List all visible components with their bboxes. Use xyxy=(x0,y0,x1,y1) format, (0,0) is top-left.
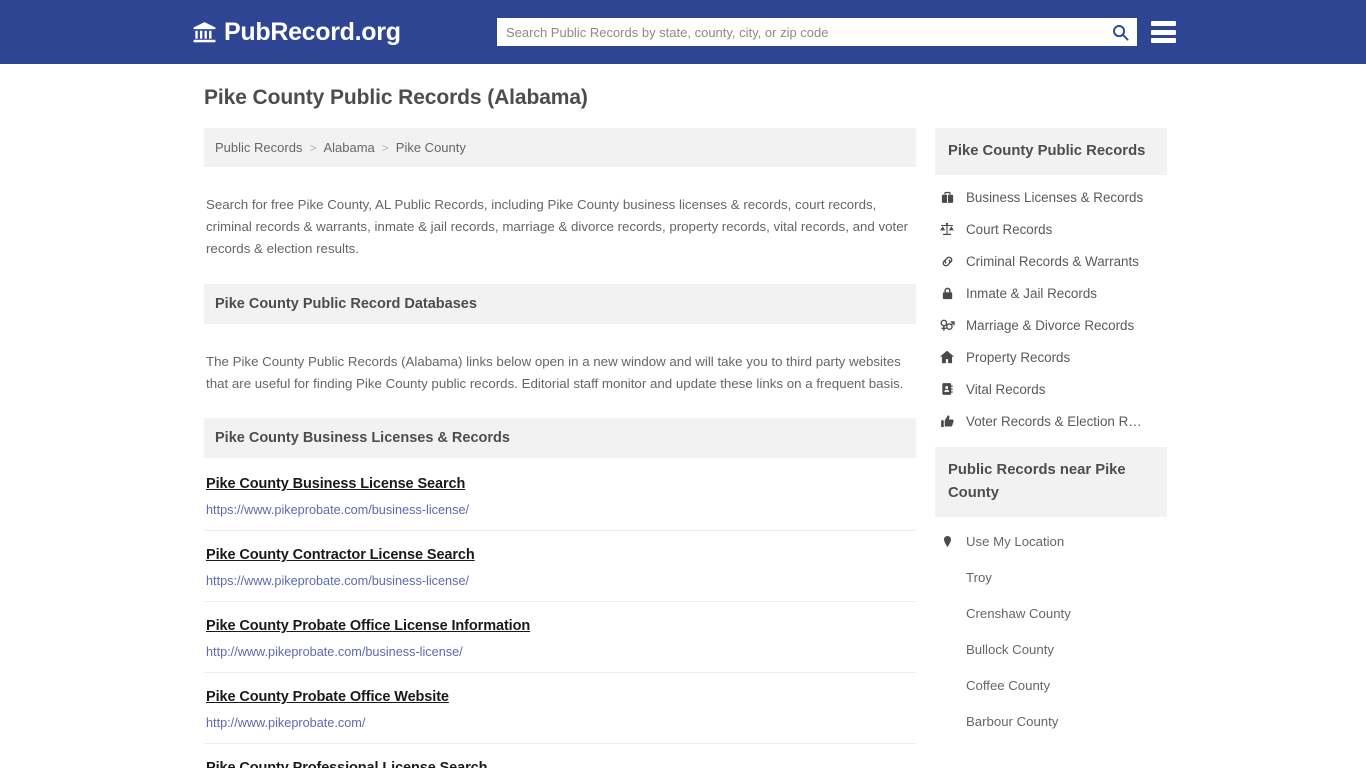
use-my-location-label: Use My Location xyxy=(966,533,1065,549)
page-title: Pike County Public Records (Alabama) xyxy=(204,86,588,109)
sidebar-item-label: Voter Records & Election R… xyxy=(966,413,1142,429)
databases-paragraph: The Pike County Public Records (Alabama)… xyxy=(206,353,904,391)
sidebar-item-business-licenses[interactable]: Business Licenses & Records xyxy=(935,181,1167,213)
content-columns: Public Records > Alabama > Pike County S… xyxy=(204,128,1366,768)
business-links-list: Pike County Business License Search http… xyxy=(204,458,916,768)
nearby-icon-spacer xyxy=(939,713,955,729)
lock-icon xyxy=(939,285,955,301)
search-bar xyxy=(497,18,1137,46)
list-item: Pike County Probate Office License Infor… xyxy=(204,602,916,674)
sidebar: Pike County Public Records Business Lice… xyxy=(935,128,1167,739)
nearby-icon-spacer xyxy=(939,569,955,585)
sidebar-nearby-list: Use My Location Troy Crenshaw County Bul… xyxy=(935,517,1167,739)
result-link-url[interactable]: http://www.pikeprobate.com/ xyxy=(206,716,914,730)
list-item: Pike County Contractor License Search ht… xyxy=(204,531,916,603)
result-link-url[interactable]: https://www.pikeprobate.com/business-lic… xyxy=(206,503,914,517)
result-link-url[interactable]: https://www.pikeprobate.com/business-lic… xyxy=(206,574,914,588)
site-name: PubRecord.org xyxy=(224,17,401,46)
sidebar-records-list: Business Licenses & Records Court Record… xyxy=(935,175,1167,447)
breadcrumb: Public Records > Alabama > Pike County xyxy=(204,128,916,167)
search-button[interactable] xyxy=(1103,18,1137,46)
site-header: PubRecord.org xyxy=(0,0,1366,64)
result-link-title[interactable]: Pike County Professional License Search xyxy=(206,760,487,768)
hamburger-bar xyxy=(1151,21,1176,26)
gender-icon xyxy=(939,317,955,333)
list-item: Pike County Business License Search http… xyxy=(204,460,916,532)
main-column: Public Records > Alabama > Pike County S… xyxy=(204,128,916,768)
sidebar-records-heading: Pike County Public Records xyxy=(935,128,1167,175)
hamburger-bar xyxy=(1151,29,1176,35)
nearby-item-bullock-county[interactable]: Bullock County xyxy=(935,631,1167,667)
breadcrumb-item-alabama[interactable]: Alabama xyxy=(323,140,374,155)
list-item: Pike County Professional License Search … xyxy=(204,744,916,768)
breadcrumb-item-pike-county[interactable]: Pike County xyxy=(396,140,466,155)
nearby-item-label: Coffee County xyxy=(966,677,1051,693)
breadcrumb-item-public-records[interactable]: Public Records xyxy=(215,140,302,155)
hamburger-menu-icon[interactable] xyxy=(1151,19,1176,45)
nearby-icon-spacer xyxy=(939,641,955,657)
briefcase-icon xyxy=(939,189,955,205)
thumbs-up-icon xyxy=(939,413,955,429)
page-body: Pike County Public Records (Alabama) Pub… xyxy=(0,64,1366,768)
hamburger-bar xyxy=(1151,38,1176,43)
nearby-item-label: Crenshaw County xyxy=(966,605,1071,621)
bank-icon xyxy=(192,20,217,45)
sidebar-item-label: Property Records xyxy=(966,349,1071,365)
sidebar-item-vital-records[interactable]: Vital Records xyxy=(935,373,1167,405)
nearby-icon-spacer xyxy=(939,677,955,693)
result-link-url[interactable]: http://www.pikeprobate.com/business-lice… xyxy=(206,645,914,659)
breadcrumb-separator: > xyxy=(309,140,317,155)
nearby-item-coffee-county[interactable]: Coffee County xyxy=(935,667,1167,703)
databases-heading: Pike County Public Record Databases xyxy=(204,283,916,324)
result-link-title[interactable]: Pike County Probate Office Website xyxy=(206,689,449,705)
business-licenses-heading: Pike County Business Licenses & Records xyxy=(204,418,916,459)
sidebar-item-label: Court Records xyxy=(966,221,1053,237)
result-link-title[interactable]: Pike County Business License Search xyxy=(206,476,465,492)
handcuffs-icon xyxy=(939,253,955,269)
sidebar-item-inmate-jail-records[interactable]: Inmate & Jail Records xyxy=(935,277,1167,309)
nearby-item-label: Barbour County xyxy=(966,713,1059,729)
sidebar-item-label: Business Licenses & Records xyxy=(966,189,1144,205)
sidebar-item-criminal-records[interactable]: Criminal Records & Warrants xyxy=(935,245,1167,277)
sidebar-item-label: Vital Records xyxy=(966,381,1046,397)
search-input[interactable] xyxy=(497,18,1103,46)
breadcrumb-separator: > xyxy=(381,140,389,155)
nearby-icon-spacer xyxy=(939,605,955,621)
map-pin-icon xyxy=(939,533,955,549)
nearby-item-label: Troy xyxy=(966,569,992,585)
scales-icon xyxy=(939,221,955,237)
sidebar-item-property-records[interactable]: Property Records xyxy=(935,341,1167,373)
result-link-title[interactable]: Pike County Contractor License Search xyxy=(206,547,475,563)
nearby-item-label: Bullock County xyxy=(966,641,1054,657)
home-icon xyxy=(939,349,955,365)
site-logo[interactable]: PubRecord.org xyxy=(192,18,401,47)
list-item: Pike County Probate Office Website http:… xyxy=(204,673,916,745)
nearby-item-crenshaw-county[interactable]: Crenshaw County xyxy=(935,595,1167,631)
sidebar-near-heading: Public Records near Pike County xyxy=(935,447,1167,517)
address-book-icon xyxy=(939,381,955,397)
result-link-title[interactable]: Pike County Probate Office License Infor… xyxy=(206,618,530,634)
use-my-location-button[interactable]: Use My Location xyxy=(935,523,1167,559)
sidebar-item-label: Marriage & Divorce Records xyxy=(966,317,1135,333)
nearby-item-barbour-county[interactable]: Barbour County xyxy=(935,703,1167,739)
sidebar-item-label: Inmate & Jail Records xyxy=(966,285,1097,301)
intro-paragraph: Search for free Pike County, AL Public R… xyxy=(206,197,909,257)
sidebar-item-label: Criminal Records & Warrants xyxy=(966,253,1139,269)
nearby-item-troy[interactable]: Troy xyxy=(935,559,1167,595)
sidebar-item-marriage-divorce-records[interactable]: Marriage & Divorce Records xyxy=(935,309,1167,341)
search-icon xyxy=(1111,23,1130,42)
sidebar-item-court-records[interactable]: Court Records xyxy=(935,213,1167,245)
sidebar-item-voter-records[interactable]: Voter Records & Election R… xyxy=(935,405,1167,437)
